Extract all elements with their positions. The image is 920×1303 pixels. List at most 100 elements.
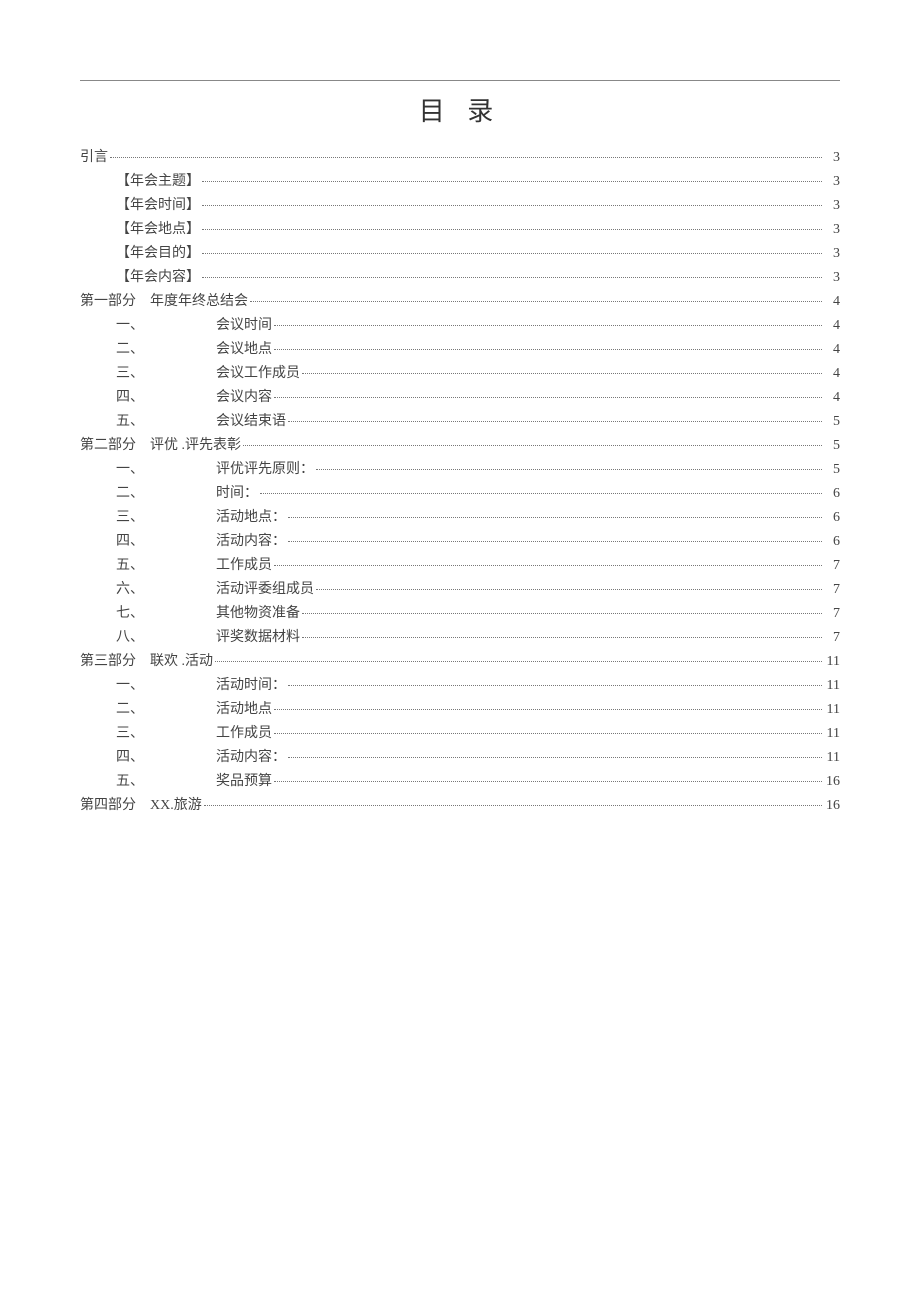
toc-entry[interactable]: 一、会议时间 4 <box>80 314 840 338</box>
toc-entry-page-number: 5 <box>824 415 840 429</box>
toc-dot-leader <box>202 229 822 230</box>
toc-dot-leader <box>274 733 822 734</box>
toc-entry[interactable]: 四、活动内容：11 <box>80 746 840 770</box>
toc-dot-leader <box>288 421 822 422</box>
toc-entry-label: 【年会主题】 <box>80 175 200 189</box>
toc-entry-prefix: 一、 <box>80 463 216 477</box>
toc-dot-leader <box>288 757 822 758</box>
toc-entry-prefix: 第二部分 <box>80 439 136 453</box>
toc-entry-page-number: 4 <box>824 391 840 405</box>
toc-entry[interactable]: 八、评奖数据材料 7 <box>80 626 840 650</box>
toc-entry[interactable]: 【年会内容】 3 <box>80 266 840 290</box>
toc-entry[interactable]: 一、活动时间：11 <box>80 674 840 698</box>
toc-entry-prefix: 三、 <box>80 511 216 525</box>
toc-entry-page-number: 7 <box>824 631 840 645</box>
toc-entry[interactable]: 【年会主题】3 <box>80 170 840 194</box>
toc-entry[interactable]: 【年会时间】3 <box>80 194 840 218</box>
toc-entry-label: 联欢 .活动 <box>150 655 213 669</box>
toc-entry-page-number: 5 <box>824 439 840 453</box>
toc-entry[interactable]: 一、评优评先原则： 5 <box>80 458 840 482</box>
toc-entry-page-number: 11 <box>824 751 840 765</box>
toc-entry-page-number: 11 <box>824 655 840 669</box>
toc-entry-label: 工作成员 <box>216 727 272 741</box>
toc-dot-leader <box>274 397 822 398</box>
toc-entry-prefix: 四、 <box>80 391 216 405</box>
toc-entry-prefix: 三、 <box>80 367 216 381</box>
toc-dot-leader <box>215 661 822 662</box>
toc-entry[interactable]: 七、其他物资准备7 <box>80 602 840 626</box>
toc-entry-page-number: 16 <box>824 799 840 813</box>
toc-entry[interactable]: 二、会议地点4 <box>80 338 840 362</box>
toc-entry[interactable]: 六、活动评委组成员7 <box>80 578 840 602</box>
toc-entry[interactable]: 第一部分年度年终总结会4 <box>80 290 840 314</box>
toc-entry-label: 会议时间 <box>216 319 272 333</box>
toc-entry[interactable]: 三、会议工作成员4 <box>80 362 840 386</box>
toc-entry-page-number: 3 <box>824 271 840 285</box>
toc-entry[interactable]: 四、活动内容：6 <box>80 530 840 554</box>
toc-entry-prefix: 五、 <box>80 775 216 789</box>
toc-entry-page-number: 16 <box>824 775 840 789</box>
toc-entry[interactable]: 引言3 <box>80 146 840 170</box>
toc-entry[interactable]: 四、会议内容4 <box>80 386 840 410</box>
toc-dot-leader <box>288 541 822 542</box>
toc-entry-label: 【年会目的】 <box>80 247 200 261</box>
toc-entry-label: 评优 .评先表彰 <box>150 439 241 453</box>
toc-dot-leader <box>316 589 822 590</box>
toc-entry-page-number: 7 <box>824 607 840 621</box>
toc-entry[interactable]: 第二部分评优 .评先表彰 5 <box>80 434 840 458</box>
toc-dot-leader <box>302 373 822 374</box>
toc-entry-label: 评优评先原则： <box>216 463 314 477</box>
top-horizontal-rule <box>80 80 840 81</box>
toc-entry[interactable]: 【年会目的】 3 <box>80 242 840 266</box>
toc-entry-label: XX.旅游 <box>150 799 202 813</box>
toc-entry[interactable]: 五、工作成员7 <box>80 554 840 578</box>
toc-dot-leader <box>202 253 822 254</box>
toc-title: 目 录 <box>80 91 840 128</box>
toc-entry-prefix: 四、 <box>80 535 216 549</box>
toc-entry-label: 活动地点 <box>216 703 272 717</box>
toc-entry[interactable]: 【年会地点】3 <box>80 218 840 242</box>
toc-entry-page-number: 5 <box>824 463 840 477</box>
document-page: 目 录 引言3【年会主题】3【年会时间】3【年会地点】3【年会目的】3【年会内容… <box>0 0 920 818</box>
toc-entry-label: 活动地点： <box>216 511 286 525</box>
toc-entry-prefix: 二、 <box>80 343 216 357</box>
toc-entry-page-number: 3 <box>824 247 840 261</box>
toc-entry-prefix: 第三部分 <box>80 655 136 669</box>
toc-dot-leader <box>260 493 822 494</box>
table-of-contents: 引言3【年会主题】3【年会时间】3【年会地点】3【年会目的】3【年会内容】3第一… <box>80 146 840 818</box>
toc-entry[interactable]: 三、活动地点： 6 <box>80 506 840 530</box>
toc-entry[interactable]: 三、工作成员11 <box>80 722 840 746</box>
toc-entry-label: 会议地点 <box>216 343 272 357</box>
toc-entry-prefix: 一、 <box>80 319 216 333</box>
toc-entry-page-number: 3 <box>824 223 840 237</box>
toc-entry-label: 【年会时间】 <box>80 199 200 213</box>
toc-entry[interactable]: 第四部分XX.旅游16 <box>80 794 840 818</box>
toc-entry-page-number: 4 <box>824 295 840 309</box>
toc-entry[interactable]: 二、时间：6 <box>80 482 840 506</box>
toc-entry-page-number: 4 <box>824 319 840 333</box>
toc-dot-leader <box>288 517 822 518</box>
toc-entry-label: 会议结束语 <box>216 415 286 429</box>
toc-entry[interactable]: 二、活动地点11 <box>80 698 840 722</box>
toc-entry-label: 活动评委组成员 <box>216 583 314 597</box>
toc-entry-label: 【年会内容】 <box>80 271 200 285</box>
toc-entry[interactable]: 五、奖品预算 16 <box>80 770 840 794</box>
toc-entry-page-number: 3 <box>824 151 840 165</box>
toc-entry-prefix: 一、 <box>80 679 216 693</box>
toc-entry-label: 评奖数据材料 <box>216 631 300 645</box>
toc-entry-page-number: 6 <box>824 511 840 525</box>
toc-entry-page-number: 6 <box>824 535 840 549</box>
toc-entry[interactable]: 第三部分联欢 .活动 11 <box>80 650 840 674</box>
toc-entry-prefix: 三、 <box>80 727 216 741</box>
toc-entry-prefix: 八、 <box>80 631 216 645</box>
toc-dot-leader <box>274 349 822 350</box>
toc-entry-label: 工作成员 <box>216 559 272 573</box>
toc-entry-label: 会议工作成员 <box>216 367 300 381</box>
toc-dot-leader <box>204 805 822 806</box>
toc-entry[interactable]: 五、会议结束语5 <box>80 410 840 434</box>
toc-entry-label: 奖品预算 <box>216 775 272 789</box>
toc-entry-prefix: 二、 <box>80 703 216 717</box>
toc-entry-prefix: 七、 <box>80 607 216 621</box>
toc-dot-leader <box>302 613 822 614</box>
toc-dot-leader <box>202 205 822 206</box>
